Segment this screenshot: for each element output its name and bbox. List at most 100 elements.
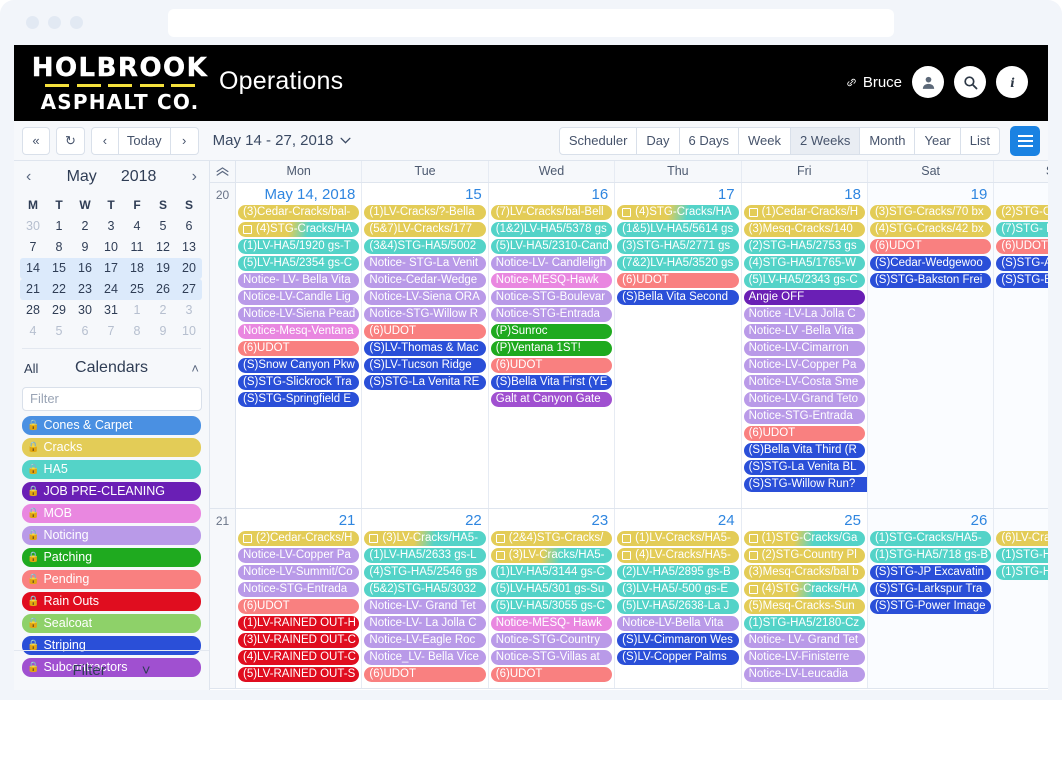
calendar-event[interactable]: (5)Mesq-Cracks-Sun — [743, 599, 865, 614]
calendar-event[interactable]: Angie OFF — [743, 290, 865, 305]
calendar-event[interactable]: (4)LV-Cracks/HA5- — [617, 548, 739, 563]
calendar-event[interactable]: Notice-LV -Bella Vita — [743, 324, 865, 339]
calendar-event[interactable]: Notice-STG-Boulevar — [490, 290, 613, 305]
calendar-event[interactable]: (7)LV-Cracks/bal-Bell — [490, 205, 613, 220]
mini-calendar-day[interactable]: 24 — [98, 279, 124, 300]
search-button[interactable] — [954, 66, 986, 98]
week-number[interactable]: 21 — [210, 509, 236, 688]
calendar-item-noticing[interactable]: 🔒 Noticing — [22, 526, 201, 545]
calendar-event[interactable]: (1)STG-Cracks/HA5- — [869, 531, 992, 546]
calendar-event[interactable]: (2)STG-Cracks/30 bx — [996, 205, 1048, 220]
calendar-event[interactable]: Notice-LV-Copper Pa — [238, 548, 360, 563]
calendar-event[interactable]: (4)LV-RAINED OUT-C — [238, 650, 360, 665]
mini-calendar-day[interactable]: 7 — [98, 321, 124, 342]
calendar-event[interactable]: (5)LV-HA5/301 gs-Su — [490, 582, 613, 597]
calendar-event[interactable]: Notice-STG-Willow R — [364, 307, 486, 322]
refresh-button[interactable]: ↻ — [56, 126, 85, 155]
calendar-event[interactable]: (5)LV-HA5/2310-Cand — [490, 239, 613, 254]
user-link[interactable]: Bruce — [845, 74, 902, 91]
calendar-event[interactable]: (6)UDOT — [490, 667, 613, 682]
calendar-event[interactable]: Notice-LV-Leucadia — [743, 667, 865, 682]
mini-calendar-day[interactable]: 12 — [150, 237, 176, 258]
calendar-event[interactable]: Galt at Canyon Gate — [490, 392, 613, 407]
day-number[interactable]: 27 — [996, 509, 1048, 531]
calendar-event[interactable]: (3)LV-Cracks/HA5- — [364, 531, 486, 546]
calendar-event[interactable]: Notice-STG-Country — [490, 633, 613, 648]
calendar-event[interactable]: Notice-LV-Finisterre — [743, 650, 865, 665]
calendar-event[interactable]: (P)Sunroc — [490, 324, 613, 339]
info-button[interactable]: i — [996, 66, 1028, 98]
mini-calendar-day[interactable]: 10 — [176, 321, 202, 342]
calendar-event[interactable]: (5)LV-HA5/2354 gs-C — [238, 256, 360, 271]
calendar-event[interactable]: Notice-LV-Costa Sme — [743, 375, 865, 390]
calendar-event[interactable]: (1)STG-HA5/718 gs-B — [869, 548, 992, 563]
calendar-event[interactable]: (6)UDOT — [743, 426, 865, 441]
calendar-event[interactable]: (1)STG-Cracks/Ga — [743, 531, 865, 546]
calendar-event[interactable]: (1)LV-HA5/3144 gs-C — [490, 565, 613, 580]
date-range-selector[interactable]: May 14 - 27, 2018 — [213, 132, 351, 149]
filter-footer[interactable]: Filter ˅ — [14, 650, 209, 690]
mini-calendar-day[interactable]: 13 — [176, 237, 202, 258]
view-button-scheduler[interactable]: Scheduler — [558, 126, 638, 155]
calendar-event[interactable]: (4)STG-Cracks/42 bx — [869, 222, 992, 237]
calendar-event[interactable]: Notice-LV- Grand Tet — [364, 599, 486, 614]
window-minimize-dot[interactable] — [48, 16, 61, 29]
day-number[interactable]: 18 — [744, 183, 865, 205]
calendar-event[interactable]: (S)STG-La Venita BL — [743, 460, 865, 475]
calendar-event[interactable]: (S)Snow Canyon Pkw — [238, 358, 360, 373]
mini-next-month-button[interactable]: › — [190, 168, 199, 186]
calendar-event[interactable]: (S)STG-Slickrock Tra — [238, 375, 360, 390]
mini-calendar-day[interactable]: 3 — [98, 216, 124, 237]
calendar-event[interactable]: Notice-LV-Copper Pa — [743, 358, 865, 373]
calendar-event[interactable]: (1)LV-HA5/1920 gs-T — [238, 239, 360, 254]
calendar-event[interactable]: (3)STG-Cracks/70 bx — [869, 205, 992, 220]
calendar-event[interactable]: Notice-Mesq-Ventana — [238, 324, 360, 339]
calendar-event[interactable]: Notice-STG-Entrada — [490, 307, 613, 322]
day-number[interactable]: 15 — [364, 183, 485, 205]
day-cell[interactable]: 24 (1)LV-Cracks/HA5- (4)LV-Cracks/HA5- (2)L… — [615, 509, 742, 688]
day-number[interactable]: 23 — [491, 509, 612, 531]
calendar-event[interactable]: (S)STG-Bakston Frei — [869, 273, 992, 288]
calendar-event[interactable]: Notice_LV- Bella Vice — [364, 650, 486, 665]
view-button-2-weeks[interactable]: 2 Weeks — [791, 126, 861, 155]
calendar-event[interactable]: Notice-LV- La Jolla C — [364, 616, 486, 631]
calendar-event[interactable]: Notice- STG-La Venit — [364, 256, 486, 271]
calendar-event[interactable]: (4)STG-Cracks/HA — [617, 205, 739, 220]
calendar-event[interactable]: Notice -LV-La Jolla C — [743, 307, 865, 322]
mini-calendar-day[interactable]: 2 — [72, 216, 98, 237]
url-bar[interactable] — [168, 9, 894, 37]
day-cell[interactable]: 17 (4)STG-Cracks/HA (1&5)LV-HA5/5614 gs (3)… — [615, 183, 742, 508]
mini-calendar-day[interactable]: 30 — [72, 300, 98, 321]
calendar-event[interactable]: Notice- LV- Grand Tet — [743, 633, 865, 648]
day-cell[interactable]: 20(2)STG-Cracks/30 bx (7)STG- HA5/1207 gs… — [994, 183, 1048, 508]
calendar-event[interactable]: Notice- LV- Bella Vita — [238, 273, 360, 288]
calendar-event[interactable]: (S)Cedar-Wedgewoo — [869, 256, 992, 271]
mini-calendar-day[interactable]: 27 — [176, 279, 202, 300]
calendar-event[interactable]: (6)UDOT — [238, 341, 360, 356]
avatar-button[interactable] — [912, 66, 944, 98]
calendar-event[interactable]: (5&7)LV-Cracks/177 — [364, 222, 486, 237]
calendar-event[interactable]: (3&4)STG-HA5/5002 — [364, 239, 486, 254]
mini-calendar-day[interactable]: 10 — [98, 237, 124, 258]
calendar-event[interactable]: (S)STG-La Venita RE — [364, 375, 486, 390]
calendar-event[interactable]: Notice-LV-Summit/Co — [238, 565, 360, 580]
calendar-event[interactable]: Notice-Cedar-Wedge — [364, 273, 486, 288]
mini-calendar-day[interactable]: 31 — [98, 300, 124, 321]
calendar-item-job-pre-cleaning[interactable]: 🔒 JOB PRE-CLEANING — [22, 482, 201, 501]
calendar-event[interactable]: (1)STG-HA5/2180-Cz — [743, 616, 865, 631]
window-maximize-dot[interactable] — [70, 16, 83, 29]
day-cell[interactable]: 18 (1)Cedar-Cracks/H (3)Mesq-Cracks/140 (2)… — [742, 183, 868, 508]
calendar-item-cracks[interactable]: 🔒 Cracks — [22, 438, 201, 457]
prev-period-button[interactable]: ‹ — [90, 126, 119, 155]
mini-calendar-day[interactable]: 9 — [72, 237, 98, 258]
day-cell[interactable]: 19 (3)STG-Cracks/70 bx (4)STG-Cracks/42 bx… — [867, 183, 995, 508]
calendar-event[interactable]: (1)LV-HA5/2633 gs-L — [364, 548, 486, 563]
hamburger-menu-button[interactable] — [1010, 125, 1040, 156]
day-number[interactable]: 17 — [617, 183, 738, 205]
calendar-event[interactable]: (2)Cedar-Cracks/H — [238, 531, 360, 546]
collapse-weeks-button[interactable] — [210, 161, 236, 182]
calendar-event[interactable]: Notice-STG-Entrada — [238, 582, 360, 597]
calendar-item-sealcoat[interactable]: 🔒 Sealcoat — [22, 614, 201, 633]
day-number[interactable]: 22 — [364, 509, 485, 531]
calendar-event[interactable]: (1)STG-HA5/188 gs-R — [996, 548, 1048, 563]
